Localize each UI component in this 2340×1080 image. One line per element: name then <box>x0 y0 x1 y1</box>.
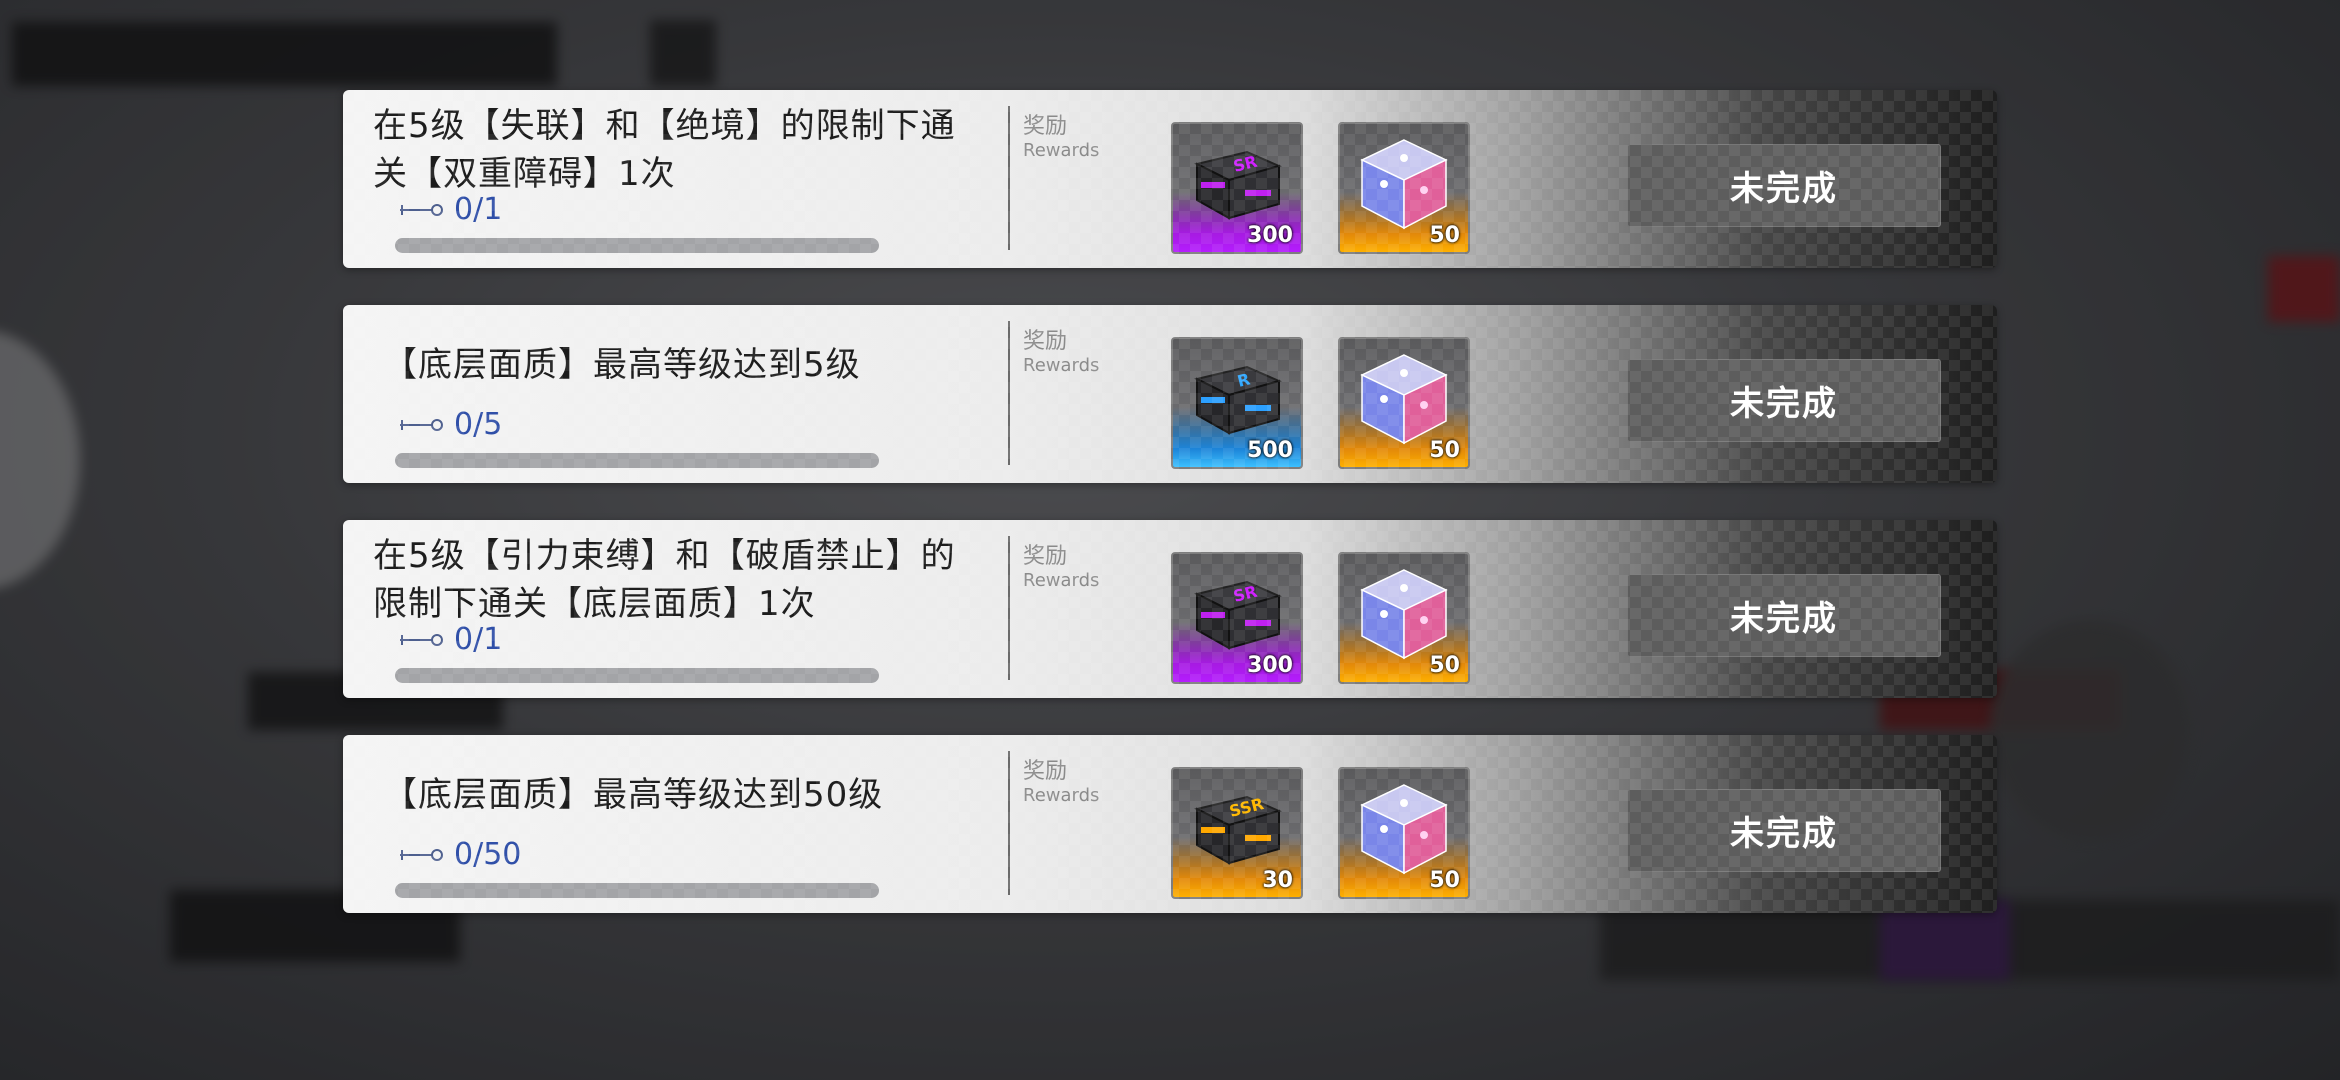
task-card: 【底层面质】最高等级达到5级 0/5 奖励 Rewards R 500 50 未… <box>343 305 1997 483</box>
key-icon <box>400 848 443 861</box>
reward-item[interactable]: 50 <box>1338 337 1470 469</box>
purple-crate-icon: SR <box>1194 150 1282 220</box>
task-list: 在5级【失联】和【绝境】的限制下通关【双重障碍】1次 0/1 奖励 Reward… <box>343 90 1997 950</box>
progress-bar <box>395 453 879 468</box>
reward-count: 50 <box>1429 223 1460 248</box>
progress-text: 0/1 <box>454 192 503 227</box>
reward-count: 50 <box>1429 438 1460 463</box>
crystal-cube-icon <box>1360 569 1448 660</box>
ssr-crate-icon: SSR <box>1194 794 1282 865</box>
status-button[interactable]: 未完成 <box>1627 144 1941 227</box>
progress-row: 0/50 <box>398 837 521 872</box>
reward-item[interactable]: SR 300 <box>1171 122 1303 254</box>
reward-count: 300 <box>1247 653 1293 678</box>
rewards-label-zh: 奖励 <box>1023 114 1068 139</box>
divider <box>1008 536 1010 680</box>
reward-count: 50 <box>1429 653 1460 678</box>
key-icon <box>400 418 443 431</box>
key-icon <box>400 633 443 646</box>
progress-text: 0/1 <box>454 622 503 657</box>
rewards-label-zh: 奖励 <box>1023 759 1068 784</box>
blue-crate-icon: R <box>1194 365 1282 435</box>
crystal-cube-icon <box>1360 354 1448 445</box>
progress-row: 0/1 <box>398 622 502 657</box>
progress-bar <box>395 883 879 898</box>
reward-count: 50 <box>1429 868 1460 893</box>
progress-text: 0/5 <box>454 407 503 442</box>
task-card: 在5级【失联】和【绝境】的限制下通关【双重障碍】1次 0/1 奖励 Reward… <box>343 90 1997 268</box>
reward-item[interactable]: 50 <box>1338 552 1470 684</box>
progress-bar <box>395 238 879 253</box>
purple-crate-icon: SR <box>1194 580 1282 650</box>
reward-item[interactable]: 50 <box>1338 122 1470 254</box>
reward-count: 500 <box>1247 438 1293 463</box>
reward-item[interactable]: 50 <box>1338 767 1470 899</box>
key-icon <box>400 203 443 216</box>
divider <box>1008 321 1010 465</box>
status-button[interactable]: 未完成 <box>1627 789 1941 872</box>
reward-item[interactable]: SSR 30 <box>1171 767 1303 899</box>
progress-row: 0/1 <box>398 192 502 227</box>
rewards-label-zh: 奖励 <box>1023 544 1068 569</box>
progress-text: 0/50 <box>454 837 522 872</box>
progress-bar <box>395 668 879 683</box>
progress-row: 0/5 <box>398 407 502 442</box>
task-card: 在5级【引力束缚】和【破盾禁止】的限制下通关【底层面质】1次 0/1 奖励 Re… <box>343 520 1997 698</box>
task-title: 【底层面质】最高等级达到50级 <box>383 775 884 815</box>
rewards-label-en: Rewards <box>1023 355 1100 376</box>
reward-count: 300 <box>1247 223 1293 248</box>
rewards-label-zh: 奖励 <box>1023 329 1068 354</box>
divider <box>1008 751 1010 895</box>
rewards-label-en: Rewards <box>1023 140 1100 161</box>
task-card: 【底层面质】最高等级达到50级 0/50 奖励 Rewards SSR 30 5… <box>343 735 1997 913</box>
rewards-label-en: Rewards <box>1023 570 1100 591</box>
divider <box>1008 106 1010 250</box>
task-title: 在5级【失联】和【绝境】的限制下通关【双重障碍】1次 <box>373 106 956 194</box>
reward-item[interactable]: R 500 <box>1171 337 1303 469</box>
crystal-cube-icon <box>1360 139 1448 230</box>
reward-count: 30 <box>1262 868 1293 893</box>
task-title: 在5级【引力束缚】和【破盾禁止】的限制下通关【底层面质】1次 <box>373 536 956 624</box>
status-button[interactable]: 未完成 <box>1627 359 1941 442</box>
reward-item[interactable]: SR 300 <box>1171 552 1303 684</box>
rewards-label-en: Rewards <box>1023 785 1100 806</box>
status-button[interactable]: 未完成 <box>1627 574 1941 657</box>
crystal-cube-icon <box>1360 784 1448 875</box>
task-title: 【底层面质】最高等级达到5级 <box>383 345 861 385</box>
